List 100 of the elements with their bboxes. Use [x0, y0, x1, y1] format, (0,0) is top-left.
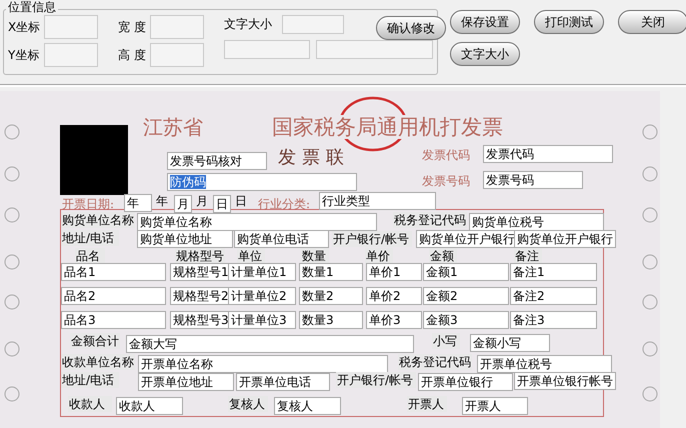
invoice-field[interactable]: 金额大写 [126, 335, 414, 353]
confirm-button[interactable]: 确认修改 [376, 16, 446, 40]
text-field[interactable] [316, 40, 433, 59]
date-unit: 日 [235, 193, 248, 209]
invoice-field[interactable]: 开票单位地址 [138, 373, 234, 391]
field-label: 地址/电话 [61, 230, 119, 246]
invoice-field[interactable]: 开票人 [462, 397, 528, 415]
field-label: 税务登记代码 [398, 354, 472, 370]
field-label: 购货单位名称 [61, 212, 135, 228]
invoice-field[interactable]: 开票单位电话 [236, 373, 330, 391]
province-text: 江苏省 [143, 115, 203, 139]
field-label: 金额合计 [70, 333, 120, 349]
punch-hole-icon [4, 342, 20, 356]
punch-hole-icon [4, 254, 20, 270]
invoice-field[interactable]: 开票单位税号 [477, 355, 612, 373]
invoice-title: 国家税务局通用机打发票 [272, 115, 503, 139]
punch-hole-icon [642, 208, 658, 222]
field-label: 税务登记代码 [393, 212, 467, 228]
field-label: 备注 [514, 248, 542, 264]
number-label: 发票号码 [422, 173, 470, 189]
field-label: 地址/电话 [61, 372, 119, 388]
punch-hole-icon [4, 386, 20, 402]
invoice-field[interactable]: 复核人 [274, 397, 341, 415]
punch-hole-icon [642, 294, 658, 310]
invoice-field[interactable]: 开票单位名称 [138, 355, 388, 373]
date-unit: 年 [156, 193, 169, 209]
invoice-field[interactable]: 金额2 [423, 287, 509, 305]
copy-name: 发票联 [278, 147, 350, 169]
code-label: 发票代码 [422, 147, 470, 163]
field-label: 品名 [75, 248, 105, 264]
invoice-field[interactable]: 发票号码核对 [167, 152, 267, 170]
font-size-label: 文字大小 [224, 16, 272, 33]
invoice-field[interactable]: 购货单位税号 [469, 213, 604, 231]
invoice-field[interactable]: 购货单位电话 [234, 230, 329, 248]
invoice-field[interactable]: 年 [124, 194, 152, 212]
field-label: 规格型号 [175, 248, 225, 264]
height-field[interactable] [150, 43, 204, 67]
invoice-field[interactable]: 月 [174, 195, 192, 213]
punch-hole-icon [4, 208, 20, 222]
redacted-block [60, 125, 128, 195]
industry-label: 行业分类: [258, 196, 310, 212]
field-label: 复核人 [228, 396, 268, 412]
invoice-field[interactable]: 开票单位银行 [418, 373, 513, 391]
invoice-field[interactable]: 购货单位名称 [137, 213, 377, 231]
toolbar-button[interactable]: 打印测试 [534, 10, 604, 34]
field-label: 单位 [237, 248, 265, 264]
field-label: 数量 [301, 248, 329, 264]
invoice-field[interactable]: 行业类型 [319, 192, 436, 210]
invoice-field[interactable]: 发票号码 [483, 171, 583, 189]
invoice-field[interactable]: 备注3 [510, 311, 597, 329]
invoice-field[interactable]: 开票单位银行帐号 [514, 372, 616, 390]
invoice-field[interactable]: 防伪码 [167, 173, 357, 191]
invoice-field[interactable]: 金额3 [423, 311, 509, 329]
text-field[interactable] [224, 40, 310, 59]
height-label: 高 度 [117, 46, 146, 64]
field-label: 收款人 [68, 396, 112, 412]
punch-hole-icon [4, 166, 20, 182]
date-label: 开票日期: [62, 196, 114, 212]
toolbar-button[interactable]: 文字大小 [450, 42, 520, 66]
invoice-field[interactable]: 金额1 [423, 263, 509, 281]
width-label: 宽 度 [117, 18, 146, 36]
invoice-field[interactable]: 数量2 [299, 287, 363, 305]
invoice-field[interactable]: 金额小写 [470, 334, 550, 352]
x-field[interactable] [44, 15, 98, 39]
invoice-field[interactable]: 数量3 [299, 311, 363, 329]
font-size-field[interactable] [282, 15, 344, 34]
field-label: 小写 [432, 333, 460, 349]
x-label: X坐标 [8, 18, 40, 36]
invoice-field[interactable]: 品名3 [61, 311, 166, 329]
width-field[interactable] [150, 15, 204, 39]
invoice-field[interactable]: 购货单位开户银行 [514, 230, 616, 248]
y-field[interactable] [44, 43, 98, 67]
invoice-field[interactable]: 收款人 [116, 397, 183, 415]
toolbar-button[interactable]: 关闭 [618, 10, 686, 34]
punch-hole-icon [4, 294, 20, 310]
punch-hole-icon [642, 254, 658, 270]
invoice-field[interactable]: 计量单位3 [228, 311, 296, 329]
invoice-field[interactable]: 计量单位1 [228, 263, 296, 281]
invoice-field[interactable]: 数量1 [299, 263, 363, 281]
invoice-field[interactable]: 单价1 [366, 263, 422, 281]
invoice-field[interactable]: 备注1 [510, 263, 597, 281]
y-label: Y坐标 [8, 46, 40, 64]
field-label: 收款单位名称 [61, 354, 135, 370]
invoice-field[interactable]: 单价2 [366, 287, 422, 305]
punch-hole-icon [642, 386, 658, 402]
field-label: 开户银行/帐号 [336, 372, 416, 388]
invoice-field[interactable]: 单价3 [366, 311, 422, 329]
field-label: 单价 [365, 248, 393, 264]
punch-hole-icon [642, 342, 658, 356]
invoice-field[interactable]: 日 [213, 195, 231, 213]
invoice-field[interactable]: 购货单位地址 [137, 230, 233, 248]
field-label: 开户银行/帐号 [332, 231, 412, 247]
invoice-field[interactable]: 发票代码 [483, 145, 613, 163]
group-title: 位置信息 [6, 1, 58, 14]
invoice-field[interactable]: 计量单位2 [228, 287, 296, 305]
toolbar-button[interactable]: 保存设置 [450, 10, 520, 34]
invoice-field[interactable]: 备注2 [510, 287, 597, 305]
punch-hole-icon [4, 124, 20, 140]
invoice-field[interactable]: 品名2 [61, 287, 166, 305]
invoice-field[interactable]: 品名1 [61, 263, 166, 281]
